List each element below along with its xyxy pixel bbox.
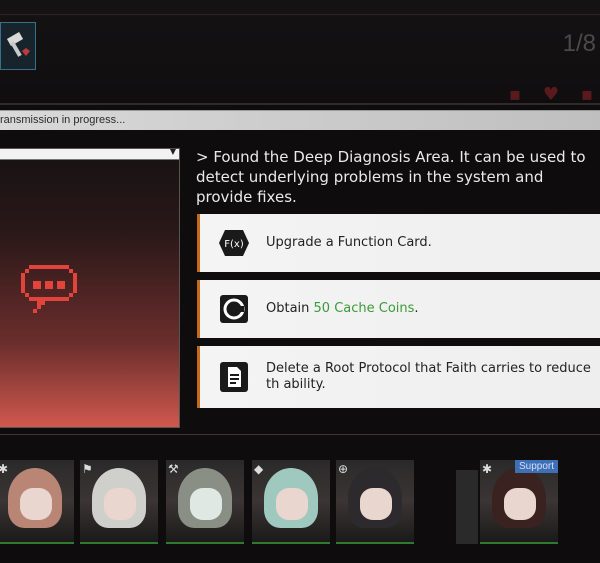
option-label-suffix: . [414, 301, 419, 316]
roster-divider [0, 434, 600, 435]
support-badge: Support [514, 460, 558, 473]
option-delete-root-protocol[interactable]: Delete a Root Protocol that Faith carrie… [197, 346, 600, 408]
hammer-heart-icon[interactable] [0, 22, 36, 70]
stage-counter: 1/8 [562, 30, 596, 57]
roster-character-5[interactable]: ⊕ [336, 460, 414, 544]
option-upgrade-function-card[interactable]: F(x) Upgrade a Function Card. [197, 214, 600, 272]
document-icon [218, 361, 250, 393]
class-icon: ⚑ [82, 462, 93, 476]
roster-character-4[interactable]: ◆ [252, 460, 330, 544]
option-label-prefix: Obtain [266, 301, 314, 316]
event-description: > Found the Deep Diagnosis Area. It can … [196, 148, 586, 206]
class-icon: ◆ [254, 462, 264, 476]
class-icon: ⚒ [168, 462, 179, 476]
option-label: Obtain 50 Cache Coins. [266, 301, 419, 317]
transmission-text: ransmission in progress... [0, 114, 126, 126]
team-roster: ✱ ⚑ ⚒ ◆ ⊕ ✱ Support [0, 458, 600, 563]
panel-title-bar: ▼ [0, 147, 179, 159]
top-bar: 1/8 ▪ ♥ ▪ [0, 0, 600, 105]
roster-character-3[interactable]: ⚒ [166, 460, 244, 544]
transmission-bar: ransmission in progress... [0, 110, 600, 130]
class-icon: ✱ [0, 462, 8, 476]
cache-coins-amount: 50 Cache Coins [313, 301, 415, 316]
svg-text:F(x): F(x) [224, 239, 244, 250]
roster-character-1[interactable]: ✱ [0, 460, 74, 544]
option-label: Upgrade a Function Card. [266, 235, 432, 250]
class-icon: ⊕ [338, 462, 349, 476]
roster-character-2[interactable]: ⚑ [80, 460, 158, 544]
roster-empty-slot [456, 470, 478, 544]
option-label: Delete a Root Protocol that Faith carrie… [266, 361, 591, 392]
chat-bubble-icon [21, 265, 77, 313]
event-image-panel: ▼ [0, 147, 180, 428]
roster-support-character[interactable]: ✱ Support [480, 460, 558, 544]
header-separator [0, 103, 600, 105]
option-obtain-cache-coins[interactable]: Obtain 50 Cache Coins. [197, 280, 600, 338]
top-divider [0, 14, 600, 15]
function-card-icon: F(x) [218, 227, 250, 259]
class-icon: ✱ [482, 462, 493, 476]
cache-coin-icon [218, 293, 250, 325]
dropdown-caret-icon: ▼ [169, 147, 176, 156]
panel-title-divider [0, 159, 179, 160]
